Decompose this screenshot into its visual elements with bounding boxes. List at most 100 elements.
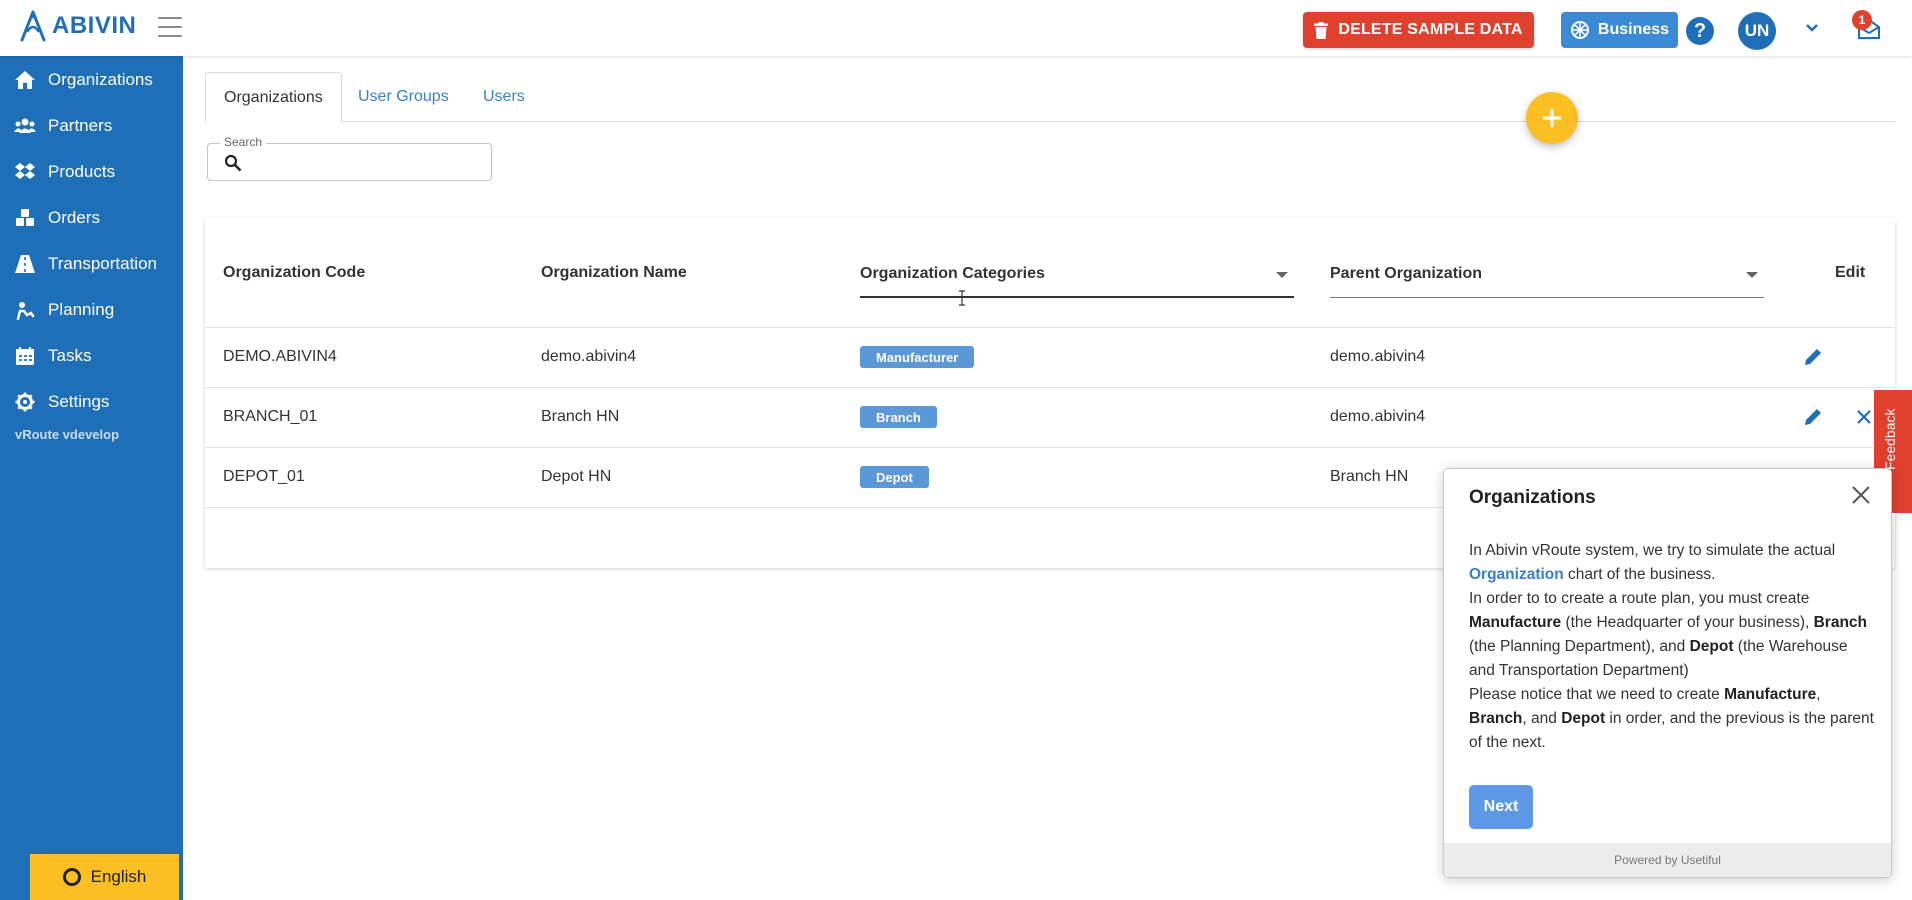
help-icon[interactable]: ? bbox=[1686, 17, 1714, 45]
logo-text: ABIVIN bbox=[52, 12, 137, 39]
top-bar: ABIVIN DELETE SAMPLE DATA Business ? UN … bbox=[0, 0, 1912, 56]
tab-user-groups[interactable]: User Groups bbox=[340, 72, 467, 122]
tour-text: In Abivin vRoute system, we try to simul… bbox=[1469, 542, 1836, 559]
dharma-wheel-icon bbox=[1570, 21, 1589, 39]
tour-title: Organizations bbox=[1469, 487, 1596, 508]
search-field[interactable]: Search bbox=[207, 135, 492, 181]
version-label: vRoute vdevelop bbox=[15, 427, 120, 442]
column-header-name[interactable]: Organization Name bbox=[541, 264, 687, 282]
row-name: Depot HN bbox=[541, 468, 612, 485]
tour-text: In order to to create a route plan, you … bbox=[1469, 590, 1810, 607]
sidebar-item-label: Organizations bbox=[48, 70, 153, 89]
tour-bold: Manufacture bbox=[1724, 686, 1817, 703]
tour-popup: Organizations In Abivin vRoute system, w… bbox=[1443, 468, 1892, 878]
sidebar-item-planning[interactable]: Planning bbox=[0, 287, 183, 333]
row-parent: Branch HN bbox=[1330, 468, 1409, 485]
table-header: Organization Code Organization Name Orga… bbox=[205, 218, 1895, 328]
tour-bold: Branch bbox=[1469, 710, 1523, 727]
globe-icon bbox=[62, 868, 81, 886]
sidebar-item-label: Planning bbox=[48, 300, 115, 319]
parent-filter-label: Parent Organization bbox=[1330, 265, 1483, 282]
category-badge: Branch bbox=[860, 406, 937, 428]
close-icon[interactable] bbox=[1849, 483, 1873, 507]
row-code: BRANCH_01 bbox=[223, 408, 318, 425]
column-header-code[interactable]: Organization Code bbox=[223, 264, 365, 282]
tour-bold: Depot bbox=[1561, 710, 1606, 727]
search-icon bbox=[224, 154, 242, 172]
parent-filter-select[interactable]: Parent Organization bbox=[1330, 264, 1764, 298]
sidebar-item-transportation[interactable]: Transportation bbox=[0, 241, 183, 287]
sidebar-item-orders[interactable]: Orders bbox=[0, 195, 183, 241]
tour-footer: Powered by Usetiful bbox=[1444, 843, 1891, 877]
language-button[interactable]: English bbox=[30, 854, 179, 900]
search-input[interactable] bbox=[252, 150, 482, 174]
row-name: Branch HN bbox=[541, 408, 620, 425]
sidebar-item-products[interactable]: Products bbox=[0, 149, 183, 195]
route-icon bbox=[16, 302, 35, 320]
notification-badge: 1 bbox=[1852, 10, 1872, 30]
text-cursor-icon bbox=[959, 290, 965, 306]
sidebar-item-label: Transportation bbox=[48, 254, 157, 273]
row-code: DEMO.ABIVIN4 bbox=[223, 348, 337, 365]
category-badge: Manufacturer bbox=[860, 346, 975, 368]
feedback-label: Feedback bbox=[1882, 408, 1898, 470]
sidebar-item-tasks[interactable]: Tasks bbox=[0, 333, 183, 379]
tour-highlight: Organization bbox=[1469, 566, 1564, 583]
chevron-down-icon[interactable] bbox=[1804, 22, 1820, 34]
sidebar-item-label: Tasks bbox=[48, 346, 92, 365]
tour-text: (the Planning Department), and bbox=[1469, 638, 1690, 655]
road-icon bbox=[15, 255, 35, 273]
search-legend: Search bbox=[220, 135, 267, 149]
categories-filter-select[interactable]: Organization Categories bbox=[860, 264, 1294, 298]
delete-x-icon[interactable] bbox=[1855, 408, 1873, 426]
sidebar-item-label: Partners bbox=[48, 116, 113, 135]
tour-text: , bbox=[1816, 686, 1821, 703]
categories-filter-label: Organization Categories bbox=[860, 265, 1045, 282]
gear-icon bbox=[15, 392, 35, 412]
dropbox-icon bbox=[15, 163, 35, 179]
row-code: DEPOT_01 bbox=[223, 468, 305, 485]
logo[interactable]: ABIVIN bbox=[18, 10, 136, 42]
tour-next-button[interactable]: Next bbox=[1469, 785, 1533, 829]
row-parent: demo.abivin4 bbox=[1330, 348, 1426, 365]
sidebar-item-settings[interactable]: Settings bbox=[0, 379, 183, 425]
tour-body: In Abivin vRoute system, we try to simul… bbox=[1469, 539, 1874, 755]
tab-organizations[interactable]: Organizations bbox=[205, 72, 342, 123]
sidebar-item-label: Orders bbox=[48, 208, 100, 227]
tour-text: chart of the business. bbox=[1563, 566, 1716, 583]
sidebar-item-label: Products bbox=[48, 162, 116, 181]
delete-sample-data-button[interactable]: DELETE SAMPLE DATA bbox=[1303, 12, 1534, 48]
tour-text: , and bbox=[1522, 710, 1562, 727]
business-label: Business bbox=[1597, 21, 1670, 38]
caret-down-icon bbox=[1276, 272, 1288, 278]
row-parent: demo.abivin4 bbox=[1330, 408, 1426, 425]
users-icon bbox=[14, 118, 36, 133]
sidebar-item-partners[interactable]: Partners bbox=[0, 103, 183, 149]
category-badge: Depot bbox=[860, 466, 929, 488]
language-label: English bbox=[90, 867, 147, 886]
trash-icon bbox=[1314, 21, 1329, 39]
sidebar-item-organizations[interactable]: Organizations bbox=[0, 57, 183, 103]
calendar-icon bbox=[16, 347, 34, 365]
table-row: DEMO.ABIVIN4 demo.abivin4 Manufacturer d… bbox=[205, 328, 1895, 388]
avatar[interactable]: UN bbox=[1738, 12, 1776, 50]
sidebar-item-label: Settings bbox=[48, 392, 110, 411]
sidebar: Organizations Partners Products Orders T… bbox=[0, 56, 183, 900]
tour-text: (the Headquarter of your business), bbox=[1561, 614, 1814, 631]
pencil-icon[interactable] bbox=[1802, 346, 1824, 368]
business-button[interactable]: Business bbox=[1561, 12, 1678, 48]
tour-bold: Depot bbox=[1689, 638, 1734, 655]
delete-sample-data-label: DELETE SAMPLE DATA bbox=[1338, 21, 1523, 38]
pencil-icon[interactable] bbox=[1802, 406, 1824, 428]
cubes-icon bbox=[16, 209, 34, 226]
tab-bar: Organizations User Groups Users bbox=[205, 72, 1895, 123]
caret-down-icon bbox=[1746, 272, 1758, 278]
tour-bold: Manufacture bbox=[1469, 614, 1562, 631]
tab-users[interactable]: Users bbox=[465, 72, 543, 122]
tour-text: Please notice that we need to create bbox=[1469, 686, 1725, 703]
row-name: demo.abivin4 bbox=[541, 348, 637, 365]
add-button[interactable] bbox=[1526, 92, 1578, 144]
table-row: BRANCH_01 Branch HN Branch demo.abivin4 bbox=[205, 388, 1895, 448]
plus-icon bbox=[1543, 109, 1561, 127]
menu-toggle-icon[interactable] bbox=[158, 17, 182, 37]
